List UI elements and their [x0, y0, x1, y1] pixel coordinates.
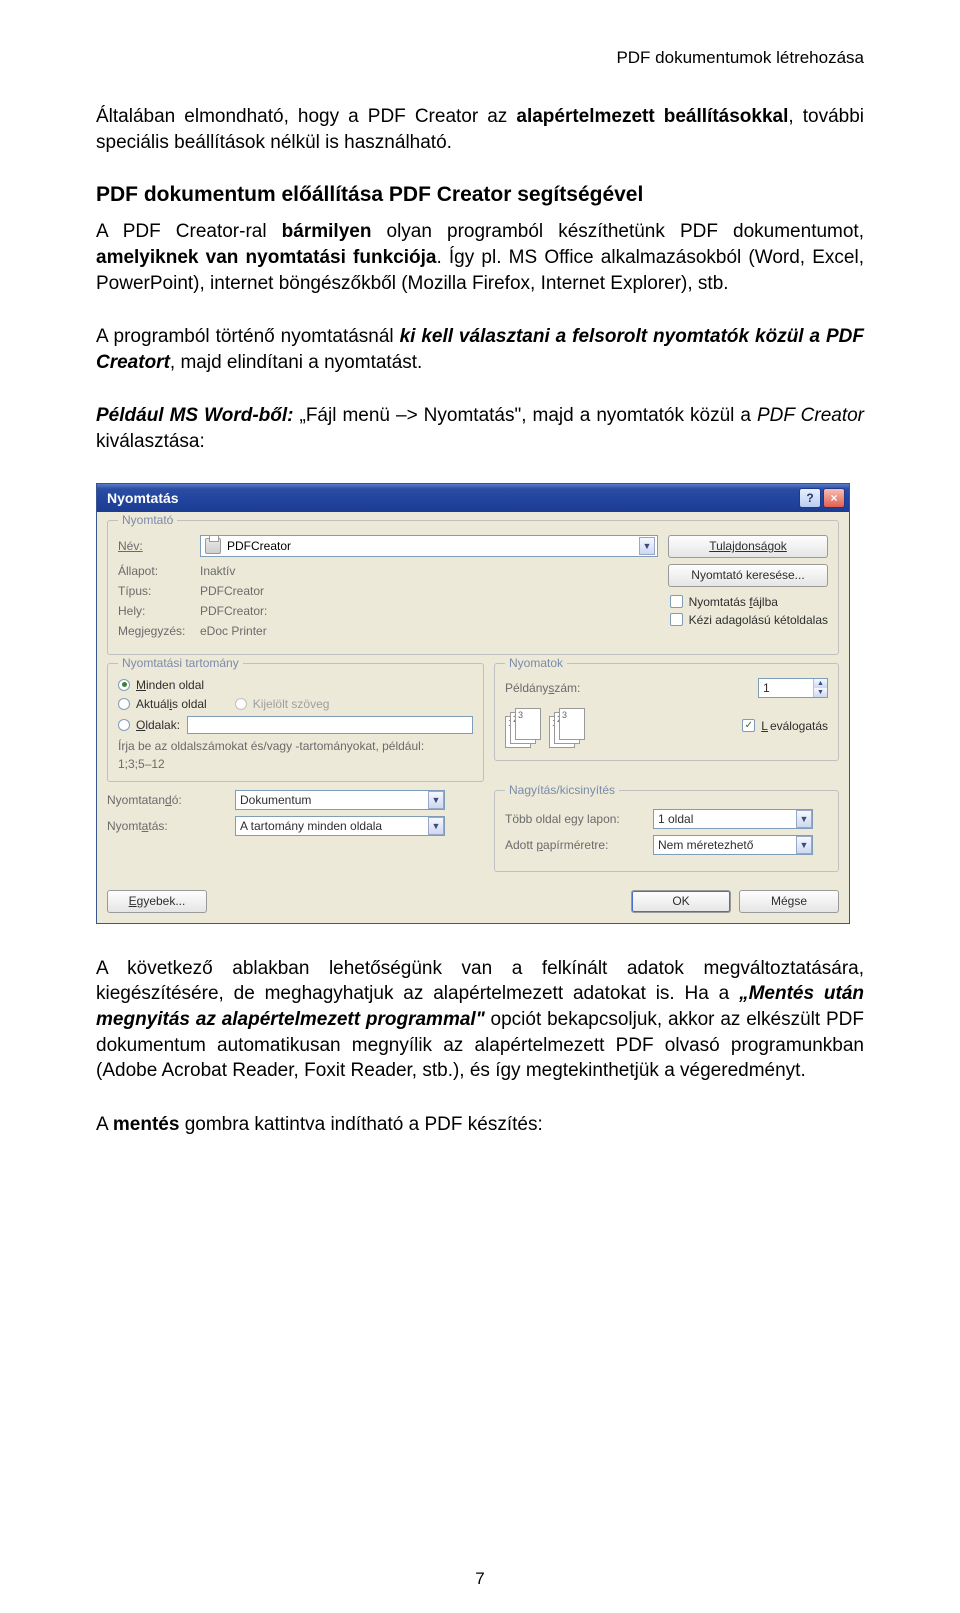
group-printer-legend: Nyomtató	[118, 513, 177, 527]
text-bold: bármilyen	[282, 221, 372, 242]
printer-icon	[205, 538, 221, 554]
print-range-select[interactable]: A tartomány minden oldala▼	[235, 816, 445, 836]
label: Nyomtatás fájlba	[689, 595, 778, 609]
paragraph-1: Általában elmondható, hogy a PDF Creator…	[96, 104, 864, 155]
print-dialog: Nyomtatás ? × Nyomtató Név: PDFCreator ▼…	[96, 483, 850, 924]
copies-spinner[interactable]: 1 ▲▼	[758, 678, 828, 698]
checkbox-icon	[670, 595, 683, 608]
label-copies: Példányszám:	[505, 681, 605, 695]
print-to-file-checkbox-row[interactable]: Nyomtatás fájlba	[670, 595, 828, 609]
label: Kézi adagolású kétoldalas	[689, 613, 828, 627]
more-options-button[interactable]: Egyebek...	[107, 890, 207, 913]
label-print-range-mode: Nyomtatás:	[107, 819, 227, 833]
radio-on-icon	[118, 679, 130, 691]
radio-selection: Kijelölt szöveg	[235, 697, 330, 711]
text: A	[96, 1114, 113, 1135]
value-state: Inaktív	[200, 564, 630, 578]
text: Általában elmondható, hogy a PDF Creator…	[96, 106, 516, 127]
text-bold: amelyiknek van nyomtatási funkciója	[96, 247, 436, 268]
text: A PDF Creator-ral	[96, 221, 282, 242]
checkbox-checked-icon	[742, 719, 755, 732]
text: kiválasztása:	[96, 431, 205, 452]
per-sheet-select[interactable]: 1 oldal▼	[653, 809, 813, 829]
paragraph-3: A programból történő nyomtatásnál ki kel…	[96, 324, 864, 375]
paper-scale-select[interactable]: Nem méretezhető▼	[653, 835, 813, 855]
paragraph-5: A következő ablakban lehetőségünk van a …	[96, 956, 864, 1084]
label-state: Állapot:	[118, 564, 190, 578]
radio-all-pages[interactable]: Minden oldal	[118, 678, 473, 692]
close-button[interactable]: ×	[823, 488, 845, 508]
chevron-down-icon[interactable]: ▼	[639, 537, 655, 555]
label-per-sheet: Több oldal egy lapon:	[505, 812, 645, 826]
find-printer-button[interactable]: Nyomtató keresése...	[668, 564, 828, 587]
radio-pages[interactable]: Oldalak:	[118, 716, 473, 734]
paragraph-6: A mentés gombra kattintva indítható a PD…	[96, 1112, 864, 1138]
radio-icon	[235, 698, 247, 710]
pages-input[interactable]	[187, 716, 473, 734]
help-button[interactable]: ?	[799, 488, 821, 508]
group-scale: Nagyítás/kicsinyítés Több oldal egy lapo…	[494, 790, 839, 872]
label-type: Típus:	[118, 584, 190, 598]
group-copies: Nyomatok Példányszám: 1 ▲▼ 123	[494, 663, 839, 761]
printer-name-combo[interactable]: PDFCreator ▼	[200, 535, 658, 557]
text: gombra kattintva indítható a PDF készíté…	[179, 1114, 542, 1135]
chevron-down-icon[interactable]: ▼	[796, 810, 812, 828]
titlebar[interactable]: Nyomtatás ? ×	[97, 484, 849, 512]
value-comment: eDoc Printer	[200, 624, 630, 638]
cancel-button[interactable]: Mégse	[739, 890, 839, 913]
text-italic: PDF Creator	[757, 405, 864, 426]
range-hint-2: 1;3;5–12	[118, 757, 473, 771]
text: , majd elindítani a nyomtatást.	[170, 352, 422, 373]
spin-down-icon[interactable]: ▼	[814, 688, 827, 697]
label-paper-scale: Adott papírméretre:	[505, 838, 645, 852]
paragraph-2: A PDF Creator-ral bármilyen olyan progra…	[96, 219, 864, 296]
printer-name-value: PDFCreator	[227, 539, 633, 553]
copies-value: 1	[759, 681, 813, 695]
chevron-down-icon[interactable]: ▼	[428, 817, 444, 835]
group-copies-legend: Nyomatok	[505, 656, 567, 670]
page-header-right: PDF dokumentumok létrehozása	[96, 48, 864, 68]
value-type: PDFCreator	[200, 584, 630, 598]
range-hint: Írja be az oldalszámokat és/vagy -tartom…	[118, 739, 473, 753]
manual-duplex-checkbox-row[interactable]: Kézi adagolású kétoldalas	[670, 613, 828, 627]
ok-button[interactable]: OK	[631, 890, 731, 913]
text-bold: mentés	[113, 1114, 180, 1135]
group-print-range-legend: Nyomtatási tartomány	[118, 656, 243, 670]
chevron-down-icon[interactable]: ▼	[428, 791, 444, 809]
chevron-down-icon[interactable]: ▼	[796, 836, 812, 854]
window-title: Nyomtatás	[107, 490, 797, 506]
group-printer: Nyomtató Név: PDFCreator ▼ Tulajdonságok…	[107, 520, 839, 655]
page-number: 7	[0, 1569, 960, 1589]
paragraph-4: Például MS Word-ből: „Fájl menü –> Nyomt…	[96, 403, 864, 454]
section-heading: PDF dokumentum előállítása PDF Creator s…	[96, 183, 864, 207]
radio-icon	[118, 719, 130, 731]
text-bold: alapértelmezett beállításokkal	[516, 106, 788, 127]
group-print-range: Nyomtatási tartomány Minden oldal Aktuál…	[107, 663, 484, 782]
label-comment: Megjegyzés:	[118, 624, 190, 638]
label-where: Hely:	[118, 604, 190, 618]
radio-current-page[interactable]: Aktuális oldal	[118, 697, 207, 711]
text: „Fájl menü –> Nyomtatás", majd a nyomtat…	[293, 405, 757, 426]
radio-icon	[118, 698, 130, 710]
spin-up-icon[interactable]: ▲	[814, 679, 827, 688]
properties-button[interactable]: Tulajdonságok	[668, 535, 828, 558]
text-bolditalic: Például MS Word-ből:	[96, 405, 293, 426]
collate-preview: 123 123	[505, 706, 595, 750]
print-what-select[interactable]: Dokumentum▼	[235, 790, 445, 810]
value-where: PDFCreator:	[200, 604, 630, 618]
collate-checkbox-row[interactable]: Leválogatás	[742, 719, 828, 733]
text: olyan programból készíthetünk PDF dokume…	[371, 221, 864, 242]
checkbox-icon	[670, 613, 683, 626]
text: A programból történő nyomtatásnál	[96, 326, 400, 347]
label-name: Név:	[118, 539, 190, 553]
dialog-body: Nyomtató Név: PDFCreator ▼ Tulajdonságok…	[97, 512, 849, 923]
group-scale-legend: Nagyítás/kicsinyítés	[505, 783, 619, 797]
label-print-what: Nyomtatandó:	[107, 793, 227, 807]
